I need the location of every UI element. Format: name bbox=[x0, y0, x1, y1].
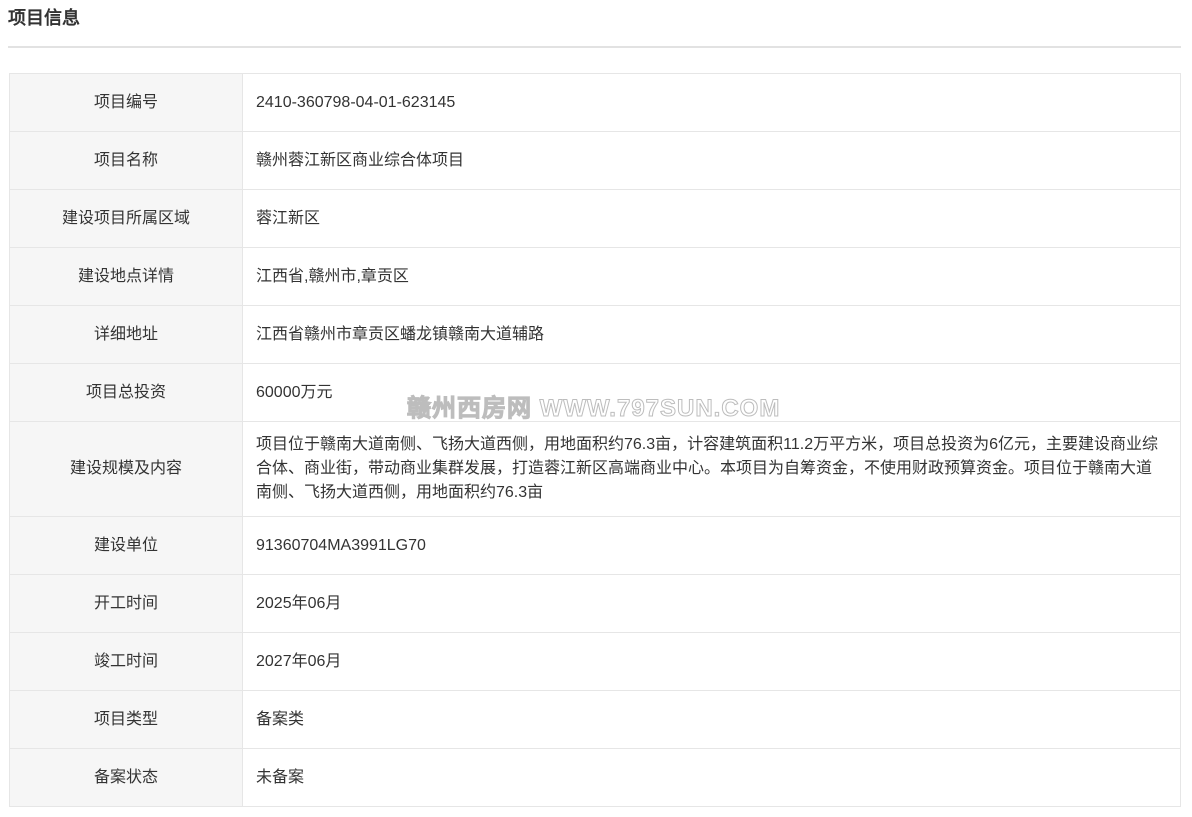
table-row-project-code: 项目编号 2410-360798-04-01-623145 bbox=[9, 73, 1181, 132]
completion-date-label: 竣工时间 bbox=[9, 632, 243, 691]
site-location-value: 江西省,赣州市,章贡区 bbox=[242, 247, 1181, 306]
table-row-project-name: 项目名称 赣州蓉江新区商业综合体项目 bbox=[9, 131, 1181, 190]
project-type-label: 项目类型 bbox=[9, 690, 243, 749]
project-info-page: 项目信息 项目编号 2410-360798-04-01-623145 项目名称 … bbox=[0, 0, 1192, 817]
table-row-completion-date: 竣工时间 2027年06月 bbox=[9, 632, 1181, 691]
scale-and-content-value: 项目位于赣南大道南侧、飞扬大道西侧，用地面积约76.3亩，计容建筑面积11.2万… bbox=[242, 421, 1181, 517]
table-row-start-date: 开工时间 2025年06月 bbox=[9, 574, 1181, 633]
detailed-address-label: 详细地址 bbox=[9, 305, 243, 364]
filing-status-label: 备案状态 bbox=[9, 748, 243, 807]
filing-status-value: 未备案 bbox=[242, 748, 1181, 807]
project-info-table: 项目编号 2410-360798-04-01-623145 项目名称 赣州蓉江新… bbox=[9, 73, 1181, 807]
table-row-project-region: 建设项目所属区域 蓉江新区 bbox=[9, 189, 1181, 248]
table-row-total-investment: 项目总投资 60000万元 bbox=[9, 363, 1181, 422]
project-code-value: 2410-360798-04-01-623145 bbox=[242, 73, 1181, 132]
construction-unit-value: 91360704MA3991LG70 bbox=[242, 516, 1181, 575]
project-region-value: 蓉江新区 bbox=[242, 189, 1181, 248]
start-date-value: 2025年06月 bbox=[242, 574, 1181, 633]
project-name-value: 赣州蓉江新区商业综合体项目 bbox=[242, 131, 1181, 190]
table-row-detailed-address: 详细地址 江西省赣州市章贡区蟠龙镇赣南大道辅路 bbox=[9, 305, 1181, 364]
project-code-label: 项目编号 bbox=[9, 73, 243, 132]
detailed-address-value: 江西省赣州市章贡区蟠龙镇赣南大道辅路 bbox=[242, 305, 1181, 364]
table-row-project-type: 项目类型 备案类 bbox=[9, 690, 1181, 749]
project-type-value: 备案类 bbox=[242, 690, 1181, 749]
site-location-label: 建设地点详情 bbox=[9, 247, 243, 306]
table-row-site-location: 建设地点详情 江西省,赣州市,章贡区 bbox=[9, 247, 1181, 306]
start-date-label: 开工时间 bbox=[9, 574, 243, 633]
title-divider bbox=[8, 46, 1181, 48]
project-region-label: 建设项目所属区域 bbox=[9, 189, 243, 248]
total-investment-value: 60000万元 bbox=[242, 363, 1181, 422]
section-title: 项目信息 bbox=[8, 8, 80, 28]
project-name-label: 项目名称 bbox=[9, 131, 243, 190]
table-row-construction-unit: 建设单位 91360704MA3991LG70 bbox=[9, 516, 1181, 575]
table-row-filing-status: 备案状态 未备案 bbox=[9, 748, 1181, 807]
table-row-scale-and-content: 建设规模及内容 项目位于赣南大道南侧、飞扬大道西侧，用地面积约76.3亩，计容建… bbox=[9, 421, 1181, 517]
scale-and-content-label: 建设规模及内容 bbox=[9, 421, 243, 517]
construction-unit-label: 建设单位 bbox=[9, 516, 243, 575]
completion-date-value: 2027年06月 bbox=[242, 632, 1181, 691]
total-investment-label: 项目总投资 bbox=[9, 363, 243, 422]
